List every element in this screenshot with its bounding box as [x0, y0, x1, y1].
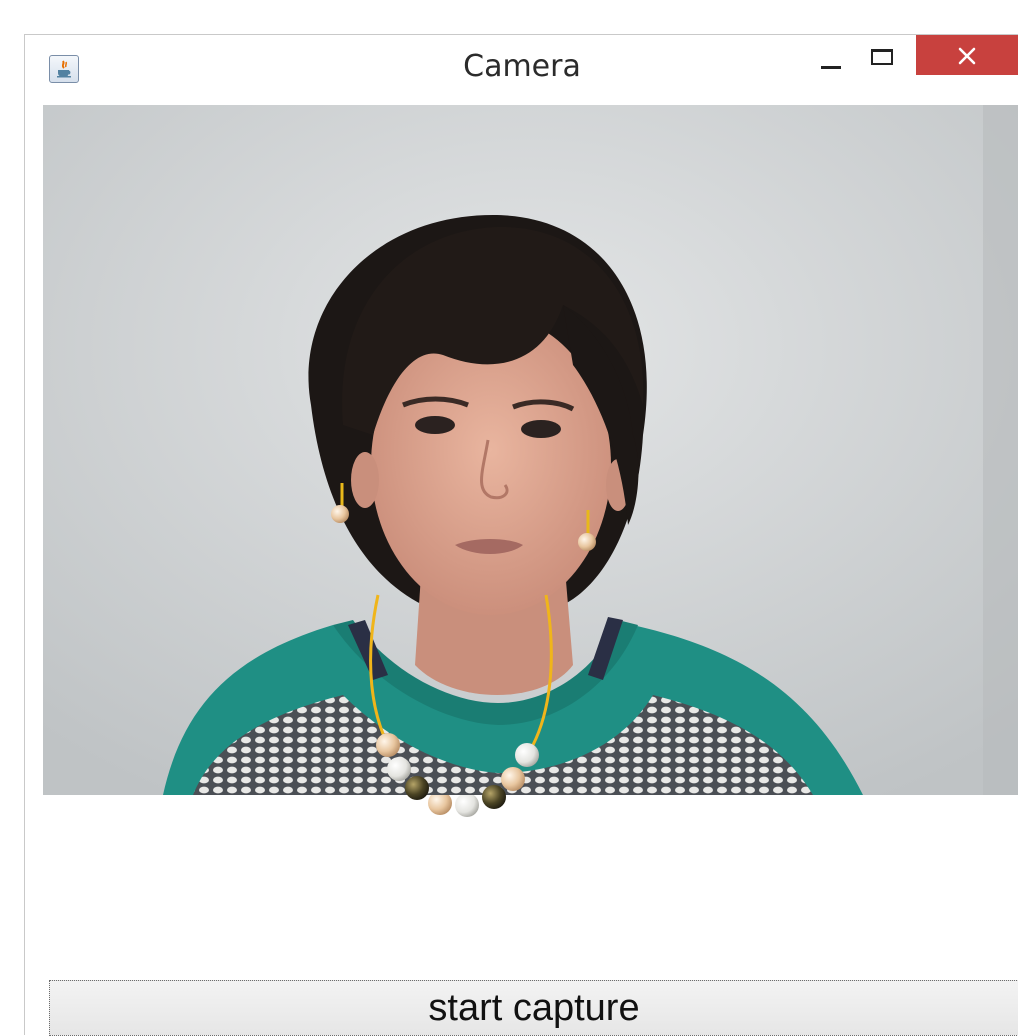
minimize-icon [821, 66, 841, 69]
minimize-button[interactable] [811, 35, 855, 69]
title-bar[interactable]: Camera [25, 35, 1018, 103]
maximize-icon [871, 49, 893, 65]
close-icon [958, 47, 976, 65]
close-button[interactable] [916, 35, 1018, 75]
maximize-button[interactable] [861, 35, 905, 69]
camera-window: Camera start capture [24, 34, 1018, 1036]
camera-feed [43, 105, 1018, 795]
necklace-overflow [407, 795, 506, 817]
start-capture-label: start capture [428, 987, 640, 1029]
start-capture-button[interactable]: start capture [49, 980, 1018, 1036]
